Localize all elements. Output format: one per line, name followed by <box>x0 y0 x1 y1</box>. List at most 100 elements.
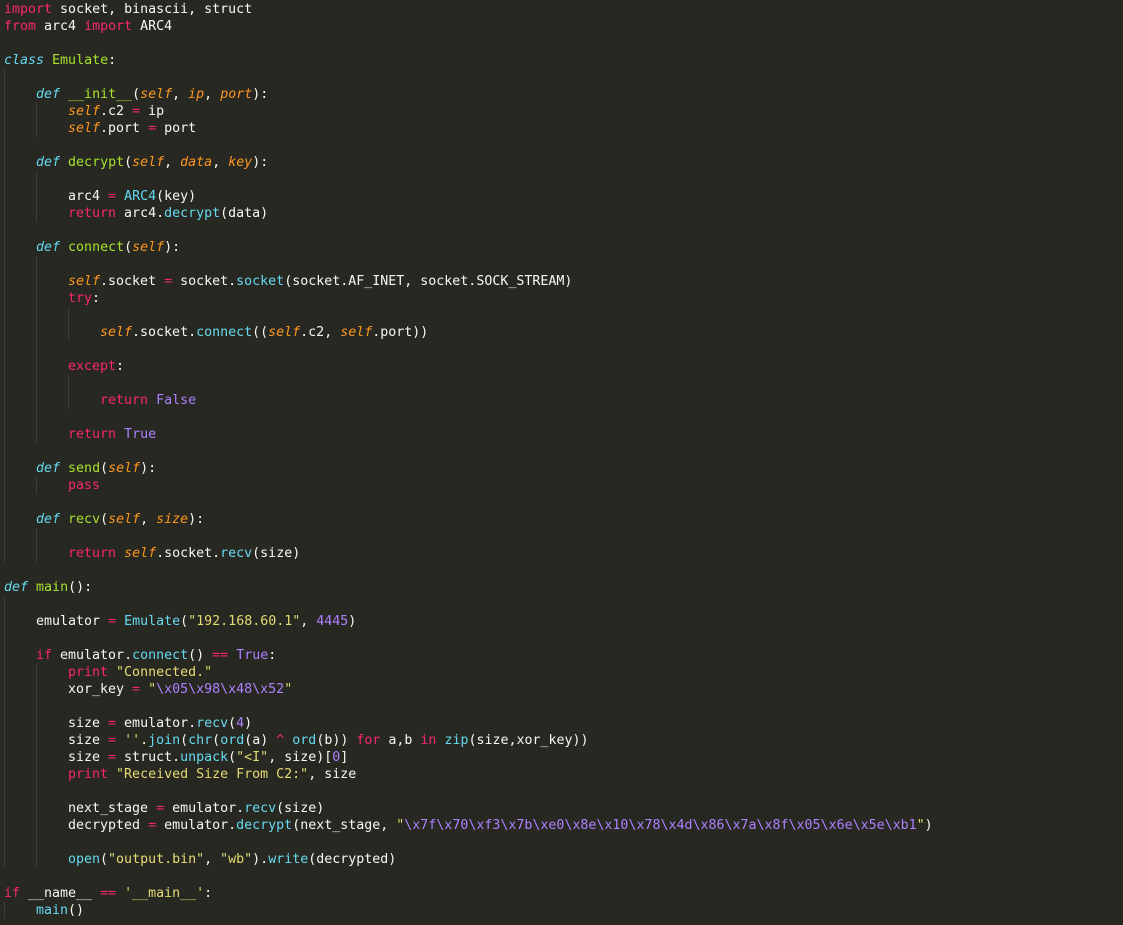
code-token-builtin: main <box>36 903 69 918</box>
code-line[interactable]: xor_key = "\x05\x98\x48\x52" <box>0 681 1123 698</box>
code-token-builtin: Emulate <box>124 614 181 629</box>
code-line[interactable]: print "Connected." <box>0 664 1123 681</box>
code-line[interactable] <box>0 307 1123 324</box>
code-token-const: False <box>156 393 197 408</box>
code-token-builtin: ord <box>292 733 317 748</box>
code-token-builtin: zip <box>444 733 469 748</box>
indent-guide <box>4 154 5 171</box>
indent-guide <box>4 86 5 103</box>
code-line[interactable]: size = emulator.recv(4) <box>0 715 1123 732</box>
code-token-plain: () <box>188 648 213 663</box>
code-line[interactable] <box>0 256 1123 273</box>
code-line[interactable] <box>0 35 1123 52</box>
code-token-plain: (data) <box>220 206 269 221</box>
code-line[interactable] <box>0 868 1123 885</box>
code-line[interactable]: print "Received Size From C2:", size <box>0 766 1123 783</box>
code-line[interactable] <box>0 375 1123 392</box>
code-token-keyword: return <box>100 393 149 408</box>
code-line[interactable]: decrypted = emulator.decrypt(next_stage,… <box>0 817 1123 834</box>
code-token-builtin: write <box>268 852 309 867</box>
code-line[interactable] <box>0 494 1123 511</box>
code-token-self: self <box>68 121 101 136</box>
indent-guide <box>4 188 5 205</box>
code-line[interactable] <box>0 69 1123 86</box>
code-line[interactable] <box>0 171 1123 188</box>
code-line[interactable]: open("output.bin", "wb").write(decrypted… <box>0 851 1123 868</box>
code-line[interactable]: return arc4.decrypt(data) <box>0 205 1123 222</box>
code-line[interactable] <box>0 341 1123 358</box>
code-line[interactable]: return True <box>0 426 1123 443</box>
code-line[interactable]: pass <box>0 477 1123 494</box>
code-line[interactable]: return False <box>0 392 1123 409</box>
code-line[interactable] <box>0 596 1123 613</box>
code-token-plain: ip <box>140 104 165 119</box>
code-line[interactable] <box>0 783 1123 800</box>
code-token-keyword: if <box>36 648 53 663</box>
code-line[interactable]: next_stage = emulator.recv(size) <box>0 800 1123 817</box>
code-token-plain: emulator. <box>116 716 197 731</box>
code-line[interactable] <box>0 562 1123 579</box>
code-token-plain: (size) <box>276 801 325 816</box>
code-token-keyword: try <box>68 291 93 306</box>
code-token-plain: ): <box>164 240 181 255</box>
code-line[interactable]: size = struct.unpack("<I", size)[0] <box>0 749 1123 766</box>
indent-guide <box>36 120 37 137</box>
code-token-builtin: unpack <box>180 750 229 765</box>
code-line[interactable]: def main(): <box>0 579 1123 596</box>
code-token-plain: next_stage <box>68 801 157 816</box>
code-line[interactable]: emulator = Emulate("192.168.60.1", 4445) <box>0 613 1123 630</box>
code-line[interactable]: self.port = port <box>0 120 1123 137</box>
code-token-string: "output.bin" <box>108 852 205 867</box>
indent-guide <box>36 715 37 732</box>
indent-guide <box>36 171 37 188</box>
code-token-string: "192.168.60.1" <box>188 614 301 629</box>
code-line[interactable]: def __init__(self, ip, port): <box>0 86 1123 103</box>
code-token-plain: emulator. <box>164 801 245 816</box>
code-token-plain: ): <box>188 512 205 527</box>
code-line[interactable]: self.c2 = ip <box>0 103 1123 120</box>
code-line[interactable]: def send(self): <box>0 460 1123 477</box>
indent-guide <box>4 749 5 766</box>
code-line[interactable]: import socket, binascii, struct <box>0 1 1123 18</box>
code-token-keyword: except <box>68 359 117 374</box>
code-line[interactable]: if emulator.connect() == True: <box>0 647 1123 664</box>
code-line[interactable]: try: <box>0 290 1123 307</box>
code-line[interactable]: self.socket = socket.socket(socket.AF_IN… <box>0 273 1123 290</box>
indent-guide <box>4 511 5 528</box>
code-token-builtin: recv <box>196 716 229 731</box>
code-token-plain: .c2 <box>100 104 133 119</box>
code-line[interactable] <box>0 528 1123 545</box>
code-line[interactable] <box>0 137 1123 154</box>
code-line[interactable]: class Emulate: <box>0 52 1123 69</box>
code-line[interactable]: from arc4 import ARC4 <box>0 18 1123 35</box>
code-line[interactable]: arc4 = ARC4(key) <box>0 188 1123 205</box>
code-token-plain: .socket. <box>156 546 221 561</box>
code-line[interactable]: main() <box>0 902 1123 919</box>
code-line[interactable]: except: <box>0 358 1123 375</box>
code-token-escape: \x05\x98\x48\x52 <box>156 682 285 697</box>
code-line[interactable] <box>0 698 1123 715</box>
code-line[interactable]: def connect(self): <box>0 239 1123 256</box>
code-editor[interactable]: import socket, binascii, struct from arc4… <box>0 0 1123 925</box>
indent-guide <box>68 307 69 324</box>
indent-guide <box>4 902 5 919</box>
code-line[interactable]: self.socket.connect((self.c2, self.port)… <box>0 324 1123 341</box>
code-line[interactable]: size = ''.join(chr(ord(a) ^ ord(b)) for … <box>0 732 1123 749</box>
code-token-storage: def <box>36 155 61 170</box>
code-line[interactable] <box>0 443 1123 460</box>
code-line[interactable] <box>0 409 1123 426</box>
indent-guide <box>68 375 69 392</box>
code-line[interactable]: def recv(self, size): <box>0 511 1123 528</box>
code-token-keyword: print <box>68 665 109 680</box>
code-token-plain: (socket.AF_INET, socket.SOCK_STREAM) <box>284 274 573 289</box>
code-line[interactable] <box>0 222 1123 239</box>
code-line[interactable]: def decrypt(self, data, key): <box>0 154 1123 171</box>
code-line[interactable] <box>0 834 1123 851</box>
code-line[interactable]: return self.socket.recv(size) <box>0 545 1123 562</box>
code-line[interactable] <box>0 630 1123 647</box>
code-line[interactable]: if __name__ == '__main__': <box>0 885 1123 902</box>
